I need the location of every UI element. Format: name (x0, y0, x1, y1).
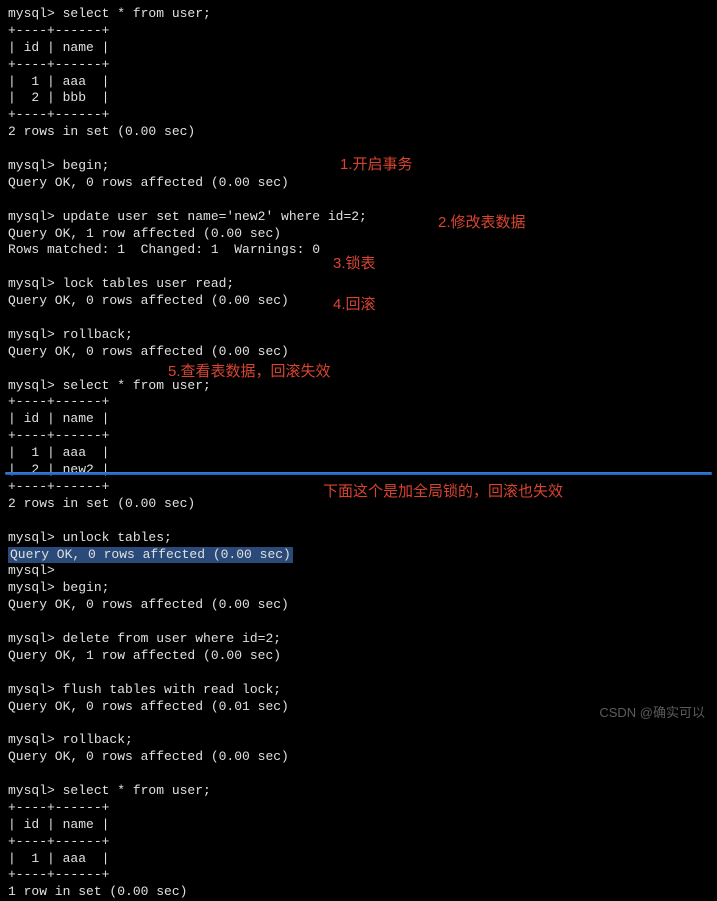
annotation-4: 4.回滚 (333, 295, 376, 315)
annotation-6: 下面这个是加全局锁的，回滚也失效 (323, 482, 563, 502)
annotation-5: 5.查看表数据，回滚失效 (168, 362, 331, 382)
annotation-3: 3.锁表 (333, 254, 376, 274)
terminal-block-1: mysql> select * from user; +----+------+… (8, 6, 367, 545)
annotation-1: 1.开启事务 (340, 155, 413, 175)
csdn-watermark: CSDN @确实可以 (599, 705, 705, 722)
terminal-block-2: mysql> mysql> begin; Query OK, 0 rows af… (8, 563, 289, 899)
terminal-output[interactable]: mysql> select * from user; +----+------+… (8, 6, 709, 901)
highlighted-line: Query OK, 0 rows affected (0.00 sec) (8, 547, 293, 564)
annotation-2: 2.修改表数据 (438, 213, 526, 233)
section-divider (5, 472, 712, 475)
